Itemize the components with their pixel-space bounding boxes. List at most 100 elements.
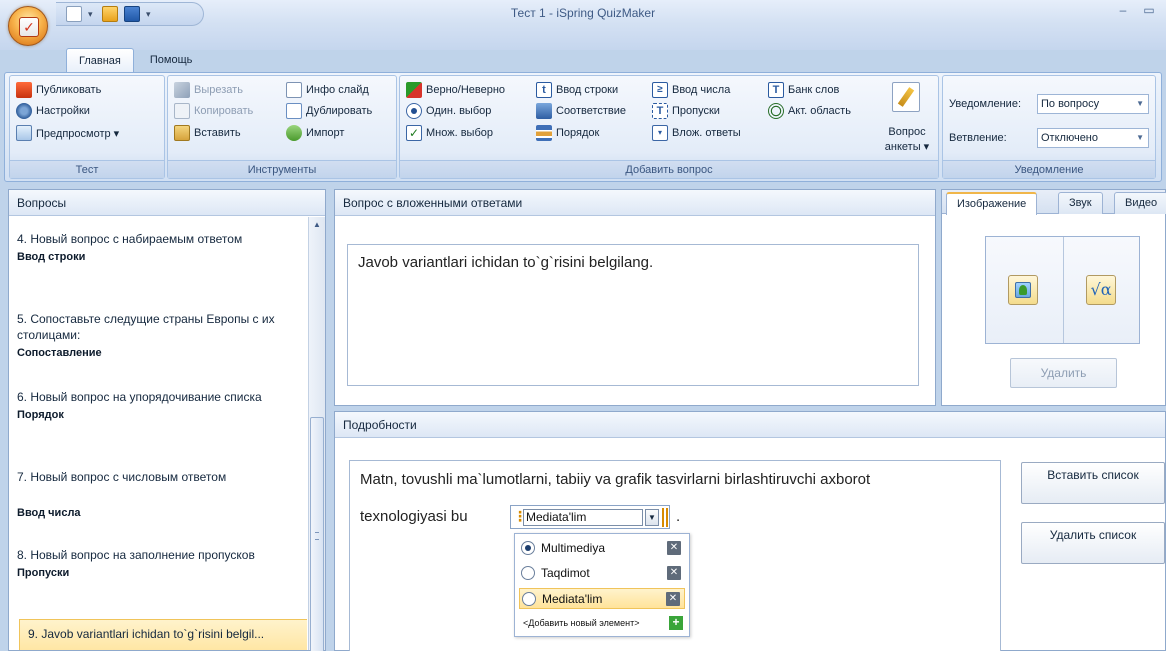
questions-scrollbar[interactable]: ▲ <box>308 217 325 651</box>
resize-handle-icon[interactable] <box>662 508 668 527</box>
radio-selected-icon[interactable] <box>521 541 535 555</box>
fill-blanks-button[interactable]: T Пропуски <box>652 101 720 121</box>
matching-button[interactable]: Соответствие <box>536 101 626 121</box>
hotspot-icon <box>768 103 784 119</box>
answer-option-highlighted[interactable]: Mediata'lim ✕ <box>519 588 685 609</box>
multiple-choice-label: Множ. выбор <box>426 127 493 139</box>
scrollbar-thumb[interactable] <box>310 417 324 651</box>
true-false-button[interactable]: Верно/Неверно <box>406 80 505 100</box>
insert-formula-button[interactable]: √α <box>1086 275 1116 305</box>
tab-sound[interactable]: Звук <box>1058 192 1103 214</box>
duplicate-button[interactable]: Дублировать <box>286 101 372 121</box>
tab-video[interactable]: Видео <box>1114 192 1166 214</box>
media-panel: Изображение Звук Видео √α Удалить <box>941 189 1166 406</box>
question-item-type: Сопоставление <box>17 347 102 359</box>
settings-label: Настройки <box>36 105 90 117</box>
questions-list: 4. Новый вопрос с набираемым ответом Вво… <box>9 217 307 650</box>
nested-answer-value[interactable]: Mediata'lim <box>523 509 643 526</box>
type-in-label: Ввод строки <box>556 84 619 96</box>
survey-label-2: анкеты ▾ <box>884 141 930 153</box>
maximize-button[interactable]: ▭ <box>1138 2 1160 20</box>
question-text-editor[interactable]: Javob variantlari ichidan to`g`risini be… <box>347 244 919 386</box>
settings-button[interactable]: Настройки <box>16 101 90 121</box>
type-in-button[interactable]: t Ввод строки <box>536 80 618 100</box>
notification-value: По вопросу <box>1041 98 1100 110</box>
sequence-button[interactable]: Порядок <box>536 123 599 143</box>
publish-button[interactable]: Публиковать <box>16 80 101 100</box>
minimize-button[interactable]: – <box>1112 2 1134 20</box>
branching-value: Отключено <box>1041 132 1098 144</box>
word-bank-button[interactable]: T Банк слов <box>768 80 839 100</box>
question-item[interactable]: 6. Новый вопрос на упорядочивание списка… <box>17 389 303 421</box>
radio-icon <box>406 103 422 119</box>
ribbon: Публиковать Настройки Предпросмотр ▾ Тес… <box>4 72 1162 182</box>
question-item-text: 9. Javob variantlari ichidan to`g`risini… <box>28 627 265 641</box>
scroll-up-icon[interactable]: ▲ <box>309 217 325 233</box>
delete-list-button[interactable]: Удалить список <box>1021 522 1165 564</box>
numeric-button[interactable]: ≥ Ввод числа <box>652 80 730 100</box>
notification-select[interactable]: По вопросу ▼ <box>1037 94 1149 114</box>
question-text: Javob variantlari ichidan to`g`risini be… <box>358 254 654 271</box>
tab-image[interactable]: Изображение <box>946 192 1038 215</box>
insert-image-button[interactable] <box>1008 275 1038 305</box>
answer-option[interactable]: Multimediya ✕ <box>519 538 685 559</box>
insert-list-button[interactable]: Вставить список <box>1021 462 1165 504</box>
copy-button[interactable]: Копировать <box>174 101 253 121</box>
group-test: Публиковать Настройки Предпросмотр ▾ Тес… <box>9 75 165 179</box>
delete-option-icon[interactable]: ✕ <box>666 592 680 606</box>
radio-icon[interactable] <box>521 566 535 580</box>
question-item-selected[interactable]: 9. Javob variantlari ichidan to`g`risini… <box>19 619 307 650</box>
answer-options-list: Multimediya ✕ Taqdimot ✕ Mediata'lim ✕ <… <box>514 533 690 637</box>
question-item[interactable]: 5. Сопоставьте следущие страны Европы с … <box>17 311 303 359</box>
answer-option[interactable]: Taqdimot ✕ <box>519 563 685 584</box>
delete-option-icon[interactable]: ✕ <box>667 566 681 580</box>
single-choice-button[interactable]: Один. выбор <box>406 101 491 121</box>
plus-icon[interactable]: + <box>669 616 683 630</box>
delete-option-icon[interactable]: ✕ <box>667 541 681 555</box>
chevron-down-icon: ▼ <box>1136 133 1144 142</box>
quizmaker-logo-icon: ✓ <box>19 17 39 37</box>
tab-help[interactable]: Помощь <box>138 48 205 72</box>
question-panel: Вопрос с вложенными ответами Javob varia… <box>334 189 936 406</box>
question-item[interactable]: 7. Новый вопрос с числовым ответом Ввод … <box>17 469 303 519</box>
details-text-editor[interactable]: Matn, tovushli ma`lumotlarni, tabiiy va … <box>349 460 1001 651</box>
text-input-icon: t <box>536 82 552 98</box>
survey-icon-wrap <box>892 82 922 114</box>
sentence-period: . <box>676 508 681 525</box>
info-slide-button[interactable]: Инфо слайд <box>286 80 369 100</box>
window-controls: – ▭ <box>1112 2 1160 20</box>
nested-answers-button[interactable]: ▾ Влож. ответы <box>652 123 741 143</box>
scissors-icon <box>174 82 190 98</box>
survey-question-button[interactable]: Вопрос анкеты ▾ <box>882 82 932 158</box>
media-tabs: Изображение Звук Видео <box>942 190 1166 215</box>
delete-media-button[interactable]: Удалить <box>1010 358 1117 388</box>
add-option-link[interactable]: <Добавить новый элемент> <box>523 618 639 628</box>
import-icon <box>286 125 302 141</box>
preview-label: Предпросмотр ▾ <box>36 127 120 140</box>
question-item[interactable]: 8. Новый вопрос на заполнение пропусков … <box>17 547 303 579</box>
group-label-add-question: Добавить вопрос <box>400 160 938 178</box>
question-item[interactable]: 4. Новый вопрос с набираемым ответом Вво… <box>17 231 303 263</box>
window-title: Тест 1 - iSpring QuizMaker <box>510 6 656 20</box>
nested-answer-dropdown[interactable]: ⋮ Mediata'lim ▼ <box>510 505 670 529</box>
details-text-line-2: texnologiyasi bu <box>360 508 468 525</box>
cut-button[interactable]: Вырезать <box>174 80 243 100</box>
paste-button[interactable]: Вставить <box>174 123 241 143</box>
drag-handle-icon[interactable]: ⋮ <box>513 508 527 526</box>
radio-icon[interactable] <box>522 592 536 606</box>
questions-panel-title: Вопросы <box>9 190 325 216</box>
gear-icon <box>16 103 32 119</box>
paste-icon <box>174 125 190 141</box>
question-panel-title: Вопрос с вложенными ответами <box>335 190 935 216</box>
tab-home[interactable]: Главная <box>66 48 134 72</box>
details-text-line-1: Matn, tovushli ma`lumotlarni, tabiiy va … <box>360 471 871 488</box>
sequence-label: Порядок <box>556 127 600 139</box>
chevron-down-icon[interactable]: ▼ <box>645 509 659 526</box>
import-button[interactable]: Импорт <box>286 123 344 143</box>
preview-button[interactable]: Предпросмотр ▾ <box>16 123 119 143</box>
multiple-choice-button[interactable]: ✓ Множ. выбор <box>406 123 493 143</box>
info-slide-label: Инфо слайд <box>306 84 369 96</box>
details-panel: Подробности Matn, tovushli ma`lumotlarni… <box>334 411 1166 651</box>
branching-select[interactable]: Отключено ▼ <box>1037 128 1149 148</box>
hotspot-button[interactable]: Акт. область <box>768 101 851 121</box>
